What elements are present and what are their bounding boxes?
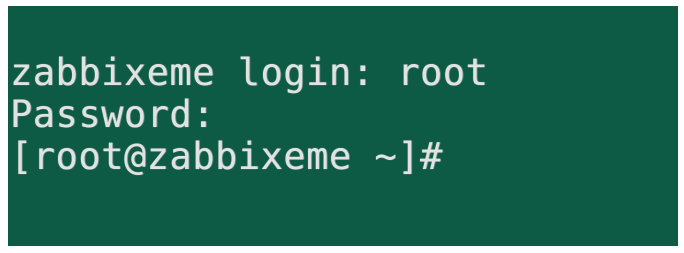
terminal-output: zabbixeme login: root Password: [root@za… [10, 52, 488, 178]
terminal-line-password: Password: [10, 93, 215, 136]
terminal-console[interactable]: zabbixeme login: root Password: [root@za… [8, 6, 678, 246]
terminal-line-prompt[interactable]: [root@zabbixeme ~]# [10, 136, 488, 178]
screenshot-frame: zabbixeme login: root Password: [root@za… [0, 0, 684, 253]
terminal-line-login: zabbixeme login: root [10, 51, 489, 94]
